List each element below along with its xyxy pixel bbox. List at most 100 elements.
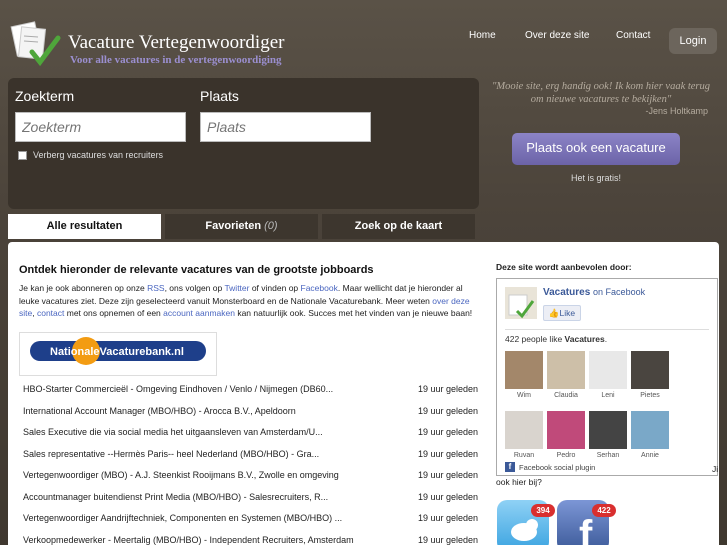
nav-about[interactable]: Over deze site [525,30,589,41]
divider [505,329,709,330]
facebook-count-badge: 422 [592,504,616,517]
fan-avatar[interactable] [505,411,543,449]
nav-home[interactable]: Home [469,30,496,41]
job-title-link[interactable]: HBO-Starter Commercieël - Omgeving Eindh… [23,384,333,394]
intro-text-part: of vinden op [249,283,301,293]
fan-avatar[interactable] [631,411,669,449]
facebook-like-button[interactable]: 👍Like [543,305,581,321]
fan-avatar[interactable] [505,351,543,389]
job-title-link[interactable]: Verkoopmedewerker - Meertalig (MBO/HBO) … [23,535,354,545]
fan-name[interactable]: Pedro [544,452,588,459]
job-row[interactable]: Sales representative --Hermès Paris-- he… [23,449,478,459]
login-button[interactable]: Login [669,28,717,54]
fan-name[interactable]: Wim [502,392,546,399]
job-title-link[interactable]: Sales representative --Hermès Paris-- he… [23,449,319,459]
header: Vacature Vertegenwoordiger Voor alle vac… [0,12,727,74]
rss-link[interactable]: RSS [147,283,164,293]
hide-recruiters-label: Verberg vacatures van recruiters [33,150,164,160]
fan-name[interactable]: Serhan [586,452,630,459]
site-subtitle: Voor alle vacatures in de vertegenwoordi… [70,54,282,66]
job-row[interactable]: Sales Executive die via social media het… [23,427,478,437]
tab-favorites[interactable]: Favorieten (0) [165,214,318,239]
source-logo-text: NationaleVacaturebank.nl [50,346,184,358]
twitter-count-badge: 394 [531,504,555,517]
fb-plugin-label: Facebook social plugin [519,462,596,472]
like-label: Like [559,308,576,318]
testimonial-quote: "Mooie site, erg handig ook! Ik kom hier… [491,81,711,105]
page-heading: Ontdek hieronder de relevante vacatures … [19,264,374,276]
site-title[interactable]: Vacature Vertegenwoordiger [68,32,284,54]
fan-name[interactable]: Ruvan [502,452,546,459]
job-title-link[interactable]: Vertegenwoordiger Aandrijftechniek, Comp… [23,513,342,523]
join-text: ook hier bij? [496,477,542,487]
job-title-link[interactable]: Accountmanager buitendienst Print Media … [23,492,328,502]
fb-count-page: Vacatures [564,334,605,344]
place-input[interactable] [200,112,371,142]
create-account-link[interactable]: account aanmaken [163,308,235,318]
fan-avatar[interactable] [589,411,627,449]
facebook-link[interactable]: Facebook [301,283,338,293]
fan-name[interactable]: Pietes [628,392,672,399]
fan-avatar[interactable] [589,351,627,389]
tab-all-results[interactable]: Alle resultaten [8,214,161,239]
facebook-social-plugin: f Facebook social plugin [505,462,595,472]
fan-avatar[interactable] [631,351,669,389]
job-title-link[interactable]: Vertegenwoordiger (MBO) - A.J. Steenkist… [23,470,339,480]
job-title-link[interactable]: Sales Executive die via social media het… [23,427,323,437]
contact-link[interactable]: contact [37,308,64,318]
search-panel: Zoekterm Plaats Verberg vacatures van re… [8,78,479,209]
sidebar-heading: Deze site wordt aanbevolen door: [496,262,632,272]
tab-map-search[interactable]: Zoek op de kaart [322,214,475,239]
facebook-icon: f [505,462,515,472]
hide-recruiters-checkbox[interactable] [18,150,27,160]
fan-name[interactable]: Annie [628,452,672,459]
thumbs-up-icon: 👍 [548,308,560,318]
job-row[interactable]: Vertegenwoordiger (MBO) - A.J. Steenkist… [23,470,478,480]
intro-text-part: met ons opnemen of een [64,308,164,318]
intro-text-part: Je kan je ook abonneren op onze [19,283,148,293]
main-content: Ontdek hieronder de relevante vacatures … [8,242,719,545]
fb-count-end: . [604,334,608,344]
logo-icon[interactable] [8,20,63,68]
job-time: 19 uur geleden [417,470,478,480]
fan-avatar[interactable] [547,411,585,449]
favorites-count: (0) [264,220,278,232]
intro-text-part: kan natuurlijk ook. Succes met het vinde… [234,308,473,318]
svg-text:f: f [579,513,593,545]
search-term-label: Zoekterm [15,88,75,104]
job-time: 19 uur geleden [417,513,478,523]
intro-text-part: , ons volgen op [164,283,225,293]
fan-name[interactable]: Claudia [544,392,588,399]
fb-count-text: 422 people like [505,334,565,344]
job-time: 19 uur geleden [417,491,478,502]
fb-like-count: 422 people like Vacatures. [505,334,607,344]
join-prefix: Ji [712,464,719,474]
testimonial-author: -Jens Holtkamp [645,106,708,116]
job-row[interactable]: Vertegenwoordiger Aandrijftechniek, Comp… [23,513,478,523]
tab-favorites-label: Favorieten [205,220,262,232]
vacatures-page-icon[interactable] [505,287,537,319]
post-vacancy-button[interactable]: Plaats ook een vacature [512,133,680,165]
job-time: 19 uur geleden [417,405,478,416]
job-time: 19 uur geleden [417,534,478,545]
post-free-note: Het is gratis! [570,173,621,183]
fan-avatar[interactable] [547,351,585,389]
place-label: Plaats [200,88,239,104]
job-row[interactable]: International Account Manager (MBO/HBO) … [23,406,478,416]
job-title-link[interactable]: International Account Manager (MBO/HBO) … [23,406,296,416]
job-time: 19 uur geleden [417,448,478,459]
intro-text: Je kan je ook abonneren op onze RSS, ons… [19,282,479,320]
search-term-input[interactable] [15,112,186,142]
job-time: 19 uur geleden [417,427,478,437]
hide-recruiters-option[interactable]: Verberg vacatures van recruiters [18,150,163,160]
twitter-link[interactable]: Twitter [224,283,249,293]
nationale-vacaturebank-logo[interactable]: NationaleVacaturebank.nl [19,332,217,376]
facebook-like-box: Vacatures on Facebook 👍Like 422 people l… [496,278,718,476]
facebook-page-link[interactable]: Vacatures on Facebook [543,287,645,298]
job-row[interactable]: Verkoopmedewerker - Meertalig (MBO/HBO) … [23,535,478,545]
nav-contact[interactable]: Contact [616,30,650,41]
job-row[interactable]: Accountmanager buitendienst Print Media … [23,492,478,502]
job-row[interactable]: HBO-Starter Commercieël - Omgeving Eindh… [23,384,478,394]
fan-name[interactable]: Leni [586,392,630,399]
fb-page-name[interactable]: Vacatures [543,287,590,298]
